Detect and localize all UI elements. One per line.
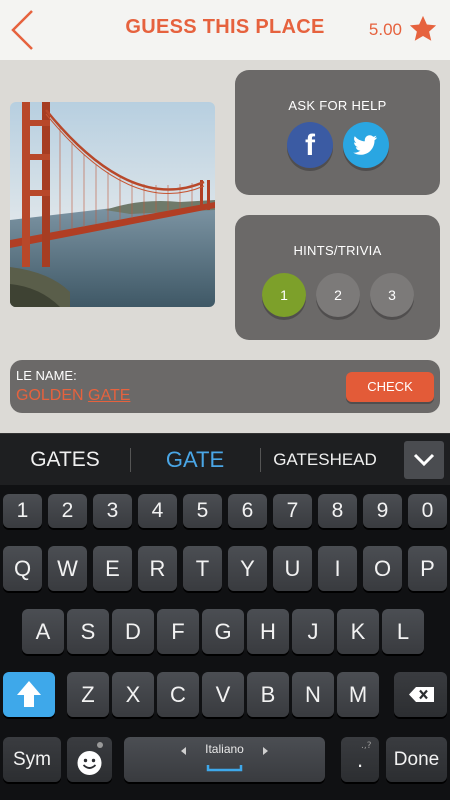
key-m[interactable]: M <box>337 672 379 717</box>
backspace-key[interactable] <box>394 672 447 717</box>
hints-label: HINTS/TRIVIA <box>293 243 382 258</box>
key-f[interactable]: F <box>157 609 199 654</box>
svg-text:.,?: .,? <box>361 741 372 751</box>
key-j[interactable]: J <box>292 609 334 654</box>
key-d[interactable]: D <box>112 609 154 654</box>
answer-text: GOLDEN <box>16 387 89 404</box>
key-k[interactable]: K <box>337 609 379 654</box>
key-u[interactable]: U <box>273 546 312 591</box>
key-3[interactable]: 3 <box>93 494 132 528</box>
key-p[interactable]: P <box>408 546 447 591</box>
help-label: ASK FOR HELP <box>288 98 387 113</box>
key-9[interactable]: 9 <box>363 494 402 528</box>
answer-bar: LE NAME: GOLDEN GATE CHECK <box>10 360 440 413</box>
key-e[interactable]: E <box>93 546 132 591</box>
suggestion-1[interactable]: GATES <box>0 434 130 486</box>
smiley-icon <box>77 742 103 775</box>
shift-arrow-icon <box>17 681 41 707</box>
hint-button-3[interactable]: 3 <box>370 273 414 317</box>
key-c[interactable]: C <box>157 672 199 717</box>
key-a[interactable]: A <box>22 609 64 654</box>
star-icon <box>409 15 437 41</box>
suggestion-bar: GATES GATE GATESHEAD <box>0 433 450 485</box>
key-z[interactable]: Z <box>67 672 109 717</box>
key-y[interactable]: Y <box>228 546 267 591</box>
chevron-down-icon <box>413 453 435 467</box>
key-4[interactable]: 4 <box>138 494 177 528</box>
key-8[interactable]: 8 <box>318 494 357 528</box>
done-key[interactable]: Done <box>386 737 447 782</box>
answer-composing-text: GATE <box>88 387 131 404</box>
help-panel: ASK FOR HELP f <box>235 70 440 195</box>
space-key[interactable]: Italiano <box>124 737 325 782</box>
sym-key[interactable]: Sym <box>3 737 61 782</box>
key-t[interactable]: T <box>183 546 222 591</box>
key-r[interactable]: R <box>138 546 177 591</box>
key-n[interactable]: N <box>292 672 334 717</box>
key-x[interactable]: X <box>112 672 154 717</box>
key-0[interactable]: 0 <box>408 494 447 528</box>
key-q[interactable]: Q <box>3 546 42 591</box>
key-b[interactable]: B <box>247 672 289 717</box>
key-w[interactable]: W <box>48 546 87 591</box>
backspace-icon <box>409 687 434 702</box>
key-h[interactable]: H <box>247 609 289 654</box>
top-bar: GUESS THIS PLACE 5.00 <box>0 0 450 60</box>
key-o[interactable]: O <box>363 546 402 591</box>
key-2[interactable]: 2 <box>48 494 87 528</box>
hints-panel: HINTS/TRIVIA 1 2 3 <box>235 215 440 340</box>
key-5[interactable]: 5 <box>183 494 222 528</box>
period-key[interactable]: . .,? <box>341 737 379 782</box>
keyboard: 1 2 3 4 5 6 7 8 9 0 Q W E R T Y U I O P … <box>0 485 450 800</box>
key-7[interactable]: 7 <box>273 494 312 528</box>
answer-label: LE NAME: <box>16 368 77 383</box>
place-photo <box>10 102 215 307</box>
twitter-bird-icon <box>353 135 377 155</box>
key-s[interactable]: S <box>67 609 109 654</box>
key-g[interactable]: G <box>202 609 244 654</box>
answer-input[interactable]: GOLDEN GATE <box>16 387 130 405</box>
score-value: 5.00 <box>368 20 402 39</box>
key-v[interactable]: V <box>202 672 244 717</box>
twitter-button[interactable] <box>343 122 389 168</box>
key-i[interactable]: I <box>318 546 357 591</box>
shift-key[interactable] <box>3 672 55 717</box>
suggestion-2[interactable]: GATE <box>130 434 260 486</box>
language-label: Italiano <box>205 742 244 756</box>
check-button[interactable]: CHECK <box>346 372 434 402</box>
key-l[interactable]: L <box>382 609 424 654</box>
hint-button-2[interactable]: 2 <box>316 273 360 317</box>
suggestion-3[interactable]: GATESHEAD <box>260 434 390 486</box>
hint-button-1[interactable]: 1 <box>262 273 306 317</box>
emoji-key[interactable] <box>67 737 112 782</box>
key-6[interactable]: 6 <box>228 494 267 528</box>
key-1[interactable]: 1 <box>3 494 42 528</box>
punctuation-hint-icon: .,? <box>361 741 372 751</box>
facebook-button[interactable]: f <box>287 122 333 168</box>
collapse-keyboard-button[interactable] <box>404 441 444 479</box>
